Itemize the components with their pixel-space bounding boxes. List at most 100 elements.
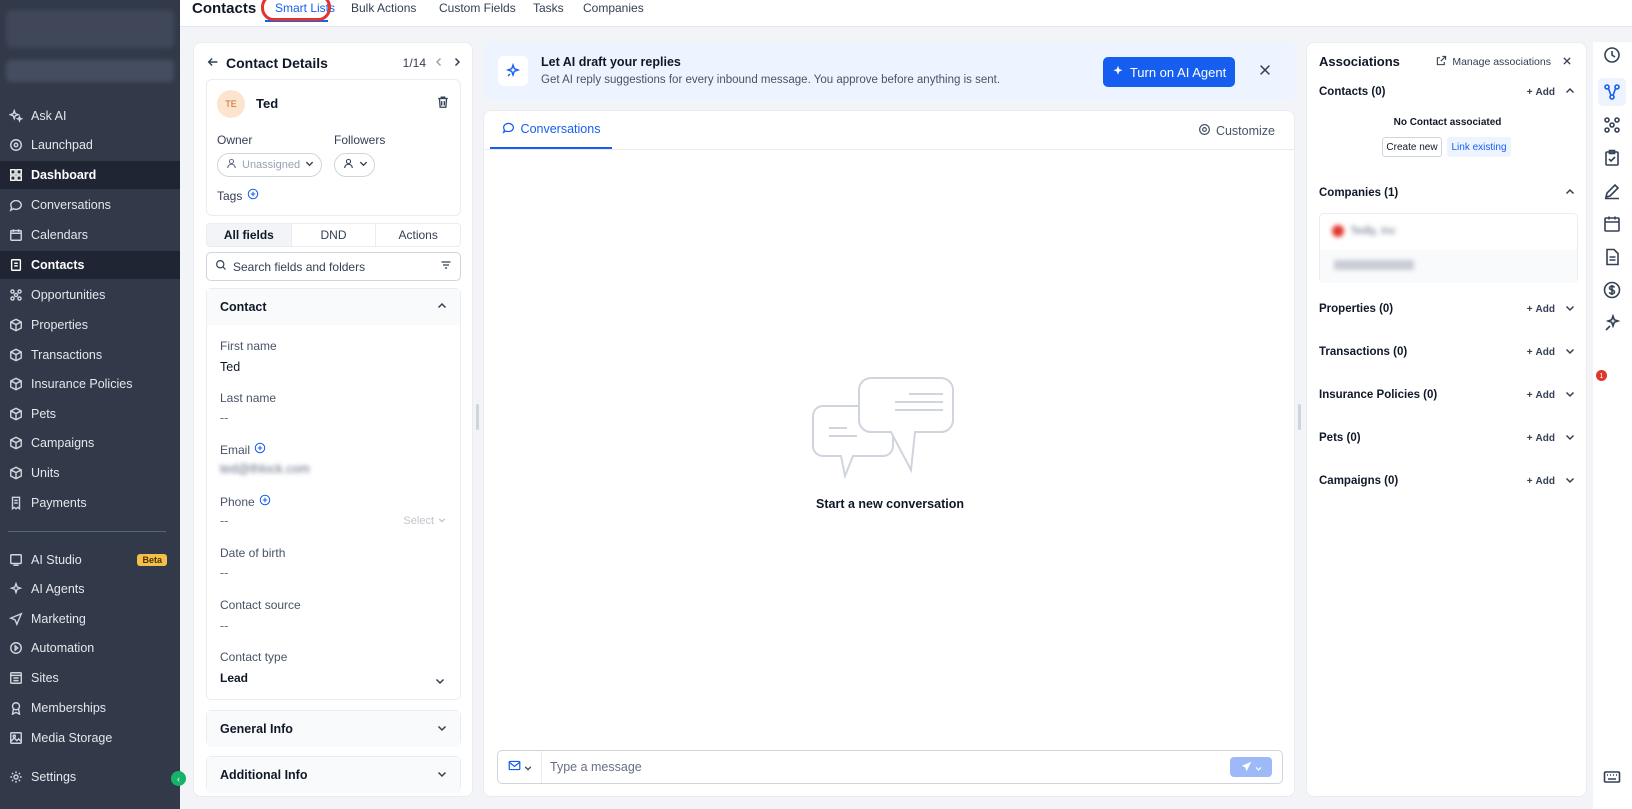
sidebar-item-memberships[interactable]: Memberships [0, 694, 180, 722]
sidebar-item-opportunities[interactable]: Opportunities [0, 281, 180, 309]
chevron-down-icon[interactable] [1565, 389, 1575, 402]
contact-source-field[interactable]: -- [220, 619, 228, 633]
tab-custom-fields[interactable]: Custom Fields [439, 1, 516, 15]
sidebar-item-dashboard[interactable]: Dashboard [0, 161, 180, 189]
owner-select[interactable]: Unassigned [217, 153, 322, 177]
sidebar-item-conversations[interactable]: Conversations [0, 191, 180, 219]
first-name-field[interactable]: Ted [220, 360, 240, 374]
history-icon[interactable] [1603, 46, 1621, 64]
add-pet-button[interactable]: + Add [1527, 433, 1555, 444]
row-label: Insurance Policies (0) [1319, 389, 1438, 401]
manage-associations-link[interactable]: Manage associations [1436, 55, 1572, 69]
tab-dnd[interactable]: DND [292, 224, 377, 246]
search-fields-input[interactable]: Search fields and folders [206, 252, 461, 281]
apps-icon[interactable] [1603, 116, 1621, 134]
sidebar-item-marketing[interactable]: Marketing [0, 605, 180, 633]
sidebar-collapse-button[interactable]: ‹ [171, 771, 186, 786]
sidebar-item-calendars[interactable]: Calendars [0, 221, 180, 249]
link-existing-button[interactable]: Link existing [1447, 137, 1511, 157]
keyboard-icon[interactable] [1603, 768, 1621, 786]
sidebar-item-media-storage[interactable]: Media Storage [0, 724, 180, 752]
add-contact-button[interactable]: + Add [1527, 87, 1555, 98]
chevron-left-icon[interactable] [434, 56, 444, 70]
close-icon[interactable] [1258, 63, 1272, 80]
sidebar-item-automation[interactable]: Automation [0, 634, 180, 662]
grid-icon [9, 168, 23, 182]
account-switcher[interactable] [6, 10, 174, 48]
tab-conversations[interactable]: Conversations [490, 111, 612, 149]
contact-section: Contact First name Ted Last name -- Emai… [206, 288, 461, 700]
chevron-down-icon[interactable] [1565, 303, 1575, 316]
dollar-icon[interactable] [1603, 281, 1621, 299]
add-campaign-button[interactable]: + Add [1527, 476, 1555, 487]
phone-type-select[interactable]: Select [403, 515, 446, 527]
add-property-button[interactable]: + Add [1527, 304, 1555, 315]
tab-bulk-actions[interactable]: Bulk Actions [351, 1, 416, 15]
phone-field[interactable]: -- [220, 514, 228, 528]
send-button[interactable] [1230, 757, 1272, 777]
sidebar-item-ai-studio[interactable]: AI Studio Beta [0, 546, 180, 574]
customize-button[interactable]: Customize [1198, 123, 1275, 139]
sidebar-item-settings[interactable]: Settings [0, 763, 180, 791]
sidebar-item-transactions[interactable]: Transactions [0, 341, 180, 369]
document-icon[interactable] [1603, 248, 1621, 266]
create-new-button[interactable]: Create new [1382, 137, 1442, 157]
chevron-right-icon[interactable] [452, 56, 462, 70]
message-input[interactable]: Type a message [542, 760, 1230, 774]
sidebar-item-insurance-policies[interactable]: Insurance Policies [0, 370, 180, 398]
last-name-field[interactable]: -- [220, 411, 228, 425]
sidebar-item-label: Calendars [31, 228, 88, 242]
receipt-icon [9, 496, 23, 510]
chevron-down-icon[interactable] [1565, 346, 1575, 359]
tab-actions[interactable]: Actions [376, 224, 460, 246]
tab-tasks[interactable]: Tasks [533, 1, 564, 15]
channel-select[interactable] [498, 751, 542, 783]
chevron-up-icon[interactable] [1565, 86, 1575, 99]
resize-handle[interactable] [476, 404, 479, 430]
add-transaction-button[interactable]: + Add [1527, 347, 1555, 358]
plus-circle-icon[interactable] [254, 442, 266, 457]
sidebar-item-contacts[interactable]: Contacts [0, 251, 180, 279]
resize-handle[interactable] [1298, 404, 1301, 430]
followers-select[interactable] [334, 153, 375, 177]
sidebar-search[interactable] [6, 60, 174, 82]
ai-sparkle-icon[interactable] [1603, 313, 1621, 332]
calendar-icon[interactable] [1603, 215, 1621, 233]
sidebar-item-ask-ai[interactable]: Ask AI [0, 102, 180, 130]
general-info-section[interactable]: General Info [206, 710, 461, 747]
sidebar-item-payments[interactable]: Payments [0, 489, 180, 517]
pen-icon[interactable] [1603, 182, 1621, 200]
tasks-icon[interactable] [1603, 149, 1621, 167]
chevron-down-icon[interactable] [1565, 432, 1575, 445]
sidebar-item-units[interactable]: Units [0, 459, 180, 487]
dob-field[interactable]: -- [220, 566, 228, 580]
transactions-association-row: Transactions (0) + Add [1319, 343, 1575, 361]
associations-icon[interactable] [1603, 83, 1621, 101]
tab-all-fields[interactable]: All fields [207, 224, 292, 246]
sidebar-item-properties[interactable]: Properties [0, 311, 180, 339]
contact-type-select[interactable]: Lead [220, 671, 248, 685]
filter-icon[interactable] [440, 259, 452, 274]
close-icon[interactable] [1562, 56, 1572, 69]
tab-companies[interactable]: Companies [583, 1, 644, 15]
additional-info-section[interactable]: Additional Info [206, 756, 461, 793]
add-insurance-button[interactable]: + Add [1527, 390, 1555, 401]
turn-on-ai-agent-button[interactable]: Turn on AI Agent [1103, 57, 1235, 87]
field-view-tabs: All fields DND Actions [206, 223, 461, 247]
back-arrow-icon[interactable] [206, 55, 220, 72]
sidebar-item-pets[interactable]: Pets [0, 400, 180, 428]
email-field[interactable]: ted@thlock.com [220, 462, 310, 476]
sidebar-item-launchpad[interactable]: Launchpad [0, 131, 180, 159]
contact-section-header[interactable]: Contact [207, 289, 460, 325]
company-card[interactable]: Tedly, Inc [1319, 213, 1578, 283]
add-label: Add [1535, 86, 1555, 98]
chevron-down-icon[interactable] [1565, 475, 1575, 488]
sidebar-item-ai-agents[interactable]: AI Agents [0, 575, 180, 603]
trash-icon[interactable] [436, 95, 450, 112]
sidebar-item-campaigns[interactable]: Campaigns [0, 429, 180, 457]
plus-circle-icon[interactable] [247, 188, 259, 203]
chevron-up-icon[interactable] [1565, 187, 1575, 200]
notification-badge: 1 [1596, 370, 1607, 381]
sidebar-item-sites[interactable]: Sites [0, 664, 180, 692]
plus-circle-icon[interactable] [259, 494, 271, 509]
